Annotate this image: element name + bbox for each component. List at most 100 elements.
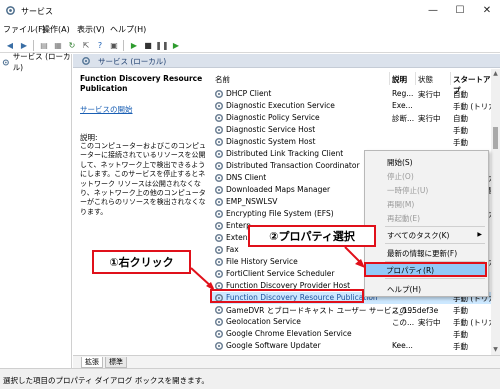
service-status: 実行中 [418,318,441,327]
menu-item-restart[interactable]: 再起動(E) [387,213,420,224]
service-gear-icon [214,185,224,195]
column-divider[interactable] [389,72,390,85]
service-gear-icon [214,197,224,207]
console-icon[interactable]: ▣ [108,39,120,51]
service-name: Downloaded Maps Manager [226,185,331,194]
service-gear-icon [214,125,224,135]
service-description: 診断... [392,114,415,123]
menu-item-pause[interactable]: 一時停止(U) [387,185,428,196]
menu-separator [385,243,485,244]
service-gear-icon [214,233,224,243]
stop-service-icon[interactable]: ■ [142,39,154,51]
status-text: 選択した項目のプロパティ ダイアログ ボックスを開きます。 [3,376,209,385]
window-title: サービス [21,7,53,16]
tree-pane: サービス (ローカル) [0,52,72,368]
column-header-name[interactable]: 名前 [215,74,230,85]
tree-item-services-local[interactable]: サービス (ローカル) [2,52,71,72]
table-row[interactable]: Diagnostic Policy Service 診断... 実行中 自動 [210,112,492,124]
menu-item-all-tasks[interactable]: すべてのタスク(K) [387,230,449,241]
menu-item-stop[interactable]: 停止(O) [387,171,414,182]
table-row[interactable]: Diagnostic Execution Service Exe... 手動 (トリ… [210,100,500,112]
service-title: Function Discovery Resource Publication [80,74,203,93]
scrollbar-thumb[interactable] [493,127,498,149]
tab-extended[interactable]: 拡張 [81,357,103,368]
column-header-description[interactable]: 説明 [392,74,407,85]
service-startup-type: 手動 [453,306,468,315]
forward-icon[interactable]: ▶ [18,39,30,51]
services-gear-icon [6,6,15,15]
status-bar: 選択した項目のプロパティ ダイアログ ボックスを開きます。 [0,368,500,389]
service-name: Google Chrome Elevation Service [226,329,352,338]
callout-select-properties: ②プロパティ選択 [248,225,376,247]
menu-separator [385,226,485,227]
close-button[interactable]: ✕ [478,3,496,18]
menu-item-refresh[interactable]: 最新の情報に更新(F) [387,248,457,259]
menu-item-properties[interactable]: プロパティ(R) [386,265,434,276]
table-row[interactable]: Google Software Updater Kee... 手動 [210,340,492,352]
service-name: File History Service [226,257,298,266]
column-header-status[interactable]: 状態 [418,74,433,85]
pause-service-icon[interactable]: ❚❚ [155,39,168,51]
tab-standard[interactable]: 標準 [105,357,127,368]
scroll-up-arrow-icon[interactable]: ▲ [491,70,500,78]
column-divider[interactable] [450,72,451,85]
table-row[interactable]: Diagnostic Service Host 手動 [210,124,492,136]
maximize-button[interactable]: ☐ [451,3,469,18]
help-icon[interactable]: ? [94,39,106,51]
service-description: Exe... [392,101,413,110]
service-description: この... [392,306,415,315]
table-row[interactable]: Diagnostic System Host 手動 [210,136,492,148]
menu-separator [385,278,485,279]
description-pane: Function Discovery Resource Publication … [73,69,209,368]
service-name: Distributed Link Tracking Client [226,149,344,158]
export-list-icon[interactable]: ⇱ [80,39,92,51]
service-description: Reg... [392,89,414,98]
tree-item-label: サービス (ローカル) [12,52,71,72]
menu-item-start[interactable]: 開始(S) [387,157,413,168]
service-gear-icon [214,245,224,255]
table-row[interactable]: Google Chrome Elevation Service 手動 [210,328,492,340]
vertical-scrollbar[interactable] [491,69,500,355]
service-name: Encrypting File System (EFS) [226,209,334,218]
service-name: EMP_NSWLSV [226,197,278,206]
menu-item-resume[interactable]: 再開(M) [387,199,414,210]
service-status: 実行中 [418,90,441,99]
description-text: このコンピューターおよびこのコンピューターに接続されているリソースを公開して、ネ… [80,142,206,216]
column-divider[interactable] [415,72,416,85]
table-row[interactable]: Geolocation Service この... 実行中 手動 (トリガー [210,316,500,328]
callout-right-click: ①右クリック [92,250,191,274]
service-name: DHCP Client [226,89,272,98]
table-row[interactable]: GameDVR とブロードキャスト ユーザー サービス_195def3e この..… [210,304,492,316]
title-bar: サービス — ☐ ✕ [0,0,500,22]
toolbar-separator [123,40,124,51]
service-gear-icon [214,329,224,339]
service-gear-icon [214,209,224,219]
show-tree-icon[interactable]: ▤ [38,39,50,51]
menu-action[interactable]: 操作(A) [42,24,70,35]
service-startup-type: 手動 [453,342,468,351]
service-name: Distributed Transaction Coordinator [226,161,360,170]
refresh-icon[interactable]: ↻ [66,39,78,51]
service-startup-type: 手動 [453,330,468,339]
service-name: Fax [226,245,239,254]
service-status: 実行中 [418,114,441,123]
scroll-down-arrow-icon[interactable]: ▼ [491,346,500,354]
service-description: Kee... [392,341,413,350]
menu-file[interactable]: ファイル(F) [3,24,46,35]
service-gear-icon [214,113,224,123]
menu-item-help[interactable]: ヘルプ(H) [387,284,421,295]
properties-icon[interactable]: ▦ [52,39,64,51]
service-startup-type: 手動 [453,138,468,147]
back-icon[interactable]: ◀ [4,39,16,51]
menu-help[interactable]: ヘルプ(H) [110,24,146,35]
start-service-icon[interactable]: ▶ [128,39,140,51]
header-title: サービス (ローカル) [98,57,167,66]
start-service-link[interactable]: サービスの開始 [80,104,133,115]
restart-service-icon[interactable]: ▶ [170,39,182,51]
table-row[interactable]: DHCP Client Reg... 実行中 自動 [210,88,492,100]
service-startup-type: 自動 [453,114,468,123]
menu-view[interactable]: 表示(V) [77,24,105,35]
minimize-button[interactable]: — [424,3,442,18]
menu-item-properties-highlight[interactable]: プロパティ(R) [364,262,487,277]
service-name: Geolocation Service [226,317,301,326]
